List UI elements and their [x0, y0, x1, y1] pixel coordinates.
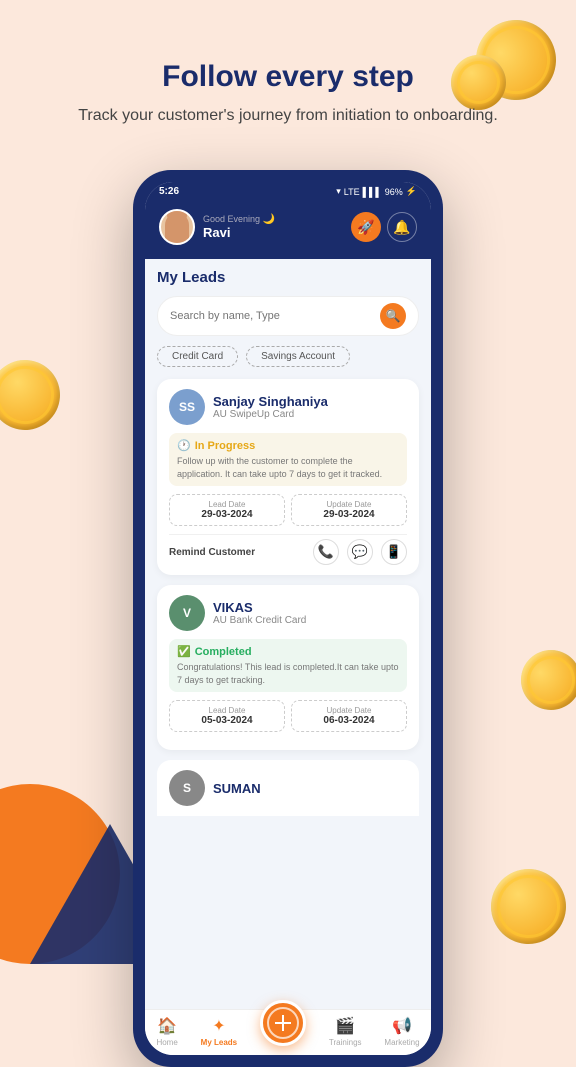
nav-my-leads[interactable]: ✦ My Leads	[201, 1016, 237, 1047]
moon-icon: 🌙	[263, 214, 275, 225]
update-date-box-sanjay: Update Date 29-03-2024	[291, 494, 407, 526]
signal-icon: ▌▌▌	[363, 187, 382, 197]
trainings-label: Trainings	[329, 1038, 362, 1047]
call-button-sanjay[interactable]: 📞	[313, 539, 339, 565]
lead-date-box-sanjay: Lead Date 29-03-2024	[169, 494, 285, 526]
search-button[interactable]: 🔍	[380, 303, 406, 329]
coin-decoration-right-mid	[516, 645, 576, 715]
my-leads-icon: ✦	[212, 1016, 225, 1036]
fab-add-button[interactable]	[260, 1000, 306, 1046]
search-input[interactable]	[170, 310, 380, 322]
battery-icon: ⚡	[406, 186, 417, 197]
lead-card-sanjay: SS Sanjay Singhaniya AU SwipeUp Card 🕐 I…	[157, 379, 419, 575]
phone-outer: 5:26 ▾ LTE ▌▌▌ 96% ⚡ Good Ev	[133, 170, 443, 1067]
status-box-vikas: ✅ Completed Congratulations! This lead i…	[169, 639, 407, 692]
date-row-sanjay: Lead Date 29-03-2024 Update Date 29-03-2…	[169, 494, 407, 526]
clock-icon: 🕐	[177, 439, 191, 452]
coin-decoration-bottom-right	[488, 866, 569, 947]
crosshair-icon	[275, 1015, 291, 1031]
lead-date-box-vikas: Lead Date 05-03-2024	[169, 700, 285, 732]
home-label: Home	[156, 1038, 177, 1047]
status-time: 5:26	[159, 186, 179, 197]
lead-name-area-suman: SUMAN	[213, 781, 261, 796]
marketing-icon: 📢	[392, 1016, 412, 1036]
marketing-label: Marketing	[384, 1038, 419, 1047]
status-desc-vikas: Congratulations! This lead is completed.…	[177, 661, 399, 686]
update-date-value-sanjay: 29-03-2024	[300, 509, 398, 520]
filter-credit-card[interactable]: Credit Card	[157, 346, 238, 367]
remind-icons-sanjay: 📞 💬 📱	[313, 539, 407, 565]
lead-name-suman: SUMAN	[213, 781, 261, 796]
chat-button-sanjay[interactable]: 💬	[347, 539, 373, 565]
phone-mockup: 5:26 ▾ LTE ▌▌▌ 96% ⚡ Good Ev	[133, 170, 443, 1067]
coin-decoration-left	[0, 352, 68, 438]
whatsapp-button-sanjay[interactable]: 📱	[381, 539, 407, 565]
lead-name-vikas: VIKAS	[213, 600, 306, 615]
user-text: Good Evening 🌙 Ravi	[203, 214, 275, 240]
filter-savings-account[interactable]: Savings Account	[246, 346, 350, 367]
status-icons: ▾ LTE ▌▌▌ 96% ⚡	[336, 186, 417, 197]
battery-level: 96%	[385, 187, 403, 197]
remind-row-sanjay: Remind Customer 📞 💬 📱	[169, 534, 407, 565]
lead-header-vikas: V VIKAS AU Bank Credit Card	[169, 595, 407, 631]
lead-date-value-vikas: 05-03-2024	[178, 715, 276, 726]
check-icon: ✅	[177, 645, 191, 658]
trainings-icon: 🎬	[335, 1016, 355, 1036]
nav-trainings[interactable]: 🎬 Trainings	[329, 1016, 362, 1047]
lead-date-value-sanjay: 29-03-2024	[178, 509, 276, 520]
lead-date-label-sanjay: Lead Date	[178, 500, 276, 509]
hero-section: Follow every step Track your customer's …	[0, 0, 576, 148]
status-label-vikas: ✅ Completed	[177, 645, 399, 658]
user-name: Ravi	[203, 225, 275, 240]
avatar	[159, 209, 195, 245]
app-header: Good Evening 🌙 Ravi 🚀 🔔	[145, 201, 431, 259]
filter-chips: Credit Card Savings Account	[157, 346, 419, 367]
lead-date-label-vikas: Lead Date	[178, 706, 276, 715]
hero-title: Follow every step	[40, 60, 536, 94]
lead-name-sanjay: Sanjay Singhaniya	[213, 394, 328, 409]
user-info: Good Evening 🌙 Ravi	[159, 209, 275, 245]
nav-marketing[interactable]: 📢 Marketing	[384, 1016, 419, 1047]
wifi-icon: ▾	[336, 186, 341, 197]
update-date-value-vikas: 06-03-2024	[300, 715, 398, 726]
content-area: My Leads 🔍 Credit Card Savings Account S…	[145, 259, 431, 1009]
home-icon: 🏠	[157, 1016, 177, 1036]
lead-header-sanjay: SS Sanjay Singhaniya AU SwipeUp Card	[169, 389, 407, 425]
header-icons: 🚀 🔔	[351, 212, 417, 242]
fab-inner	[267, 1007, 299, 1039]
update-date-label-sanjay: Update Date	[300, 500, 398, 509]
status-desc-sanjay: Follow up with the customer to complete …	[177, 455, 399, 480]
notification-button[interactable]: 🔔	[387, 212, 417, 242]
lead-card-suman-partial: S SUMAN	[157, 760, 419, 816]
my-leads-title: My Leads	[157, 269, 419, 286]
lead-avatar-ss: SS	[169, 389, 205, 425]
lead-sub-vikas: AU Bank Credit Card	[213, 615, 306, 626]
lead-avatar-v: V	[169, 595, 205, 631]
status-label-sanjay: 🕐 In Progress	[177, 439, 399, 452]
lead-avatar-s: S	[169, 770, 205, 806]
search-bar: 🔍	[157, 296, 419, 336]
update-date-box-vikas: Update Date 06-03-2024	[291, 700, 407, 732]
lead-name-area-vikas: VIKAS AU Bank Credit Card	[213, 600, 306, 626]
bottom-nav: 🏠 Home ✦ My Leads 🎬 Trainings �	[145, 1009, 431, 1055]
user-greeting: Good Evening 🌙	[203, 214, 275, 225]
lead-sub-sanjay: AU SwipeUp Card	[213, 409, 328, 420]
avatar-person	[165, 213, 189, 243]
rocket-button[interactable]: 🚀	[351, 212, 381, 242]
update-date-label-vikas: Update Date	[300, 706, 398, 715]
lead-card-vikas: V VIKAS AU Bank Credit Card ✅ Completed …	[157, 585, 419, 750]
remind-text-sanjay: Remind Customer	[169, 547, 255, 558]
nav-home[interactable]: 🏠 Home	[156, 1016, 177, 1047]
data-icon: LTE	[344, 187, 360, 197]
my-leads-label: My Leads	[201, 1038, 237, 1047]
status-box-sanjay: 🕐 In Progress Follow up with the custome…	[169, 433, 407, 486]
status-bar: 5:26 ▾ LTE ▌▌▌ 96% ⚡	[145, 182, 431, 201]
date-row-vikas: Lead Date 05-03-2024 Update Date 06-03-2…	[169, 700, 407, 732]
hero-subtitle: Track your customer's journey from initi…	[40, 104, 536, 128]
lead-name-area-sanjay: Sanjay Singhaniya AU SwipeUp Card	[213, 394, 328, 420]
phone-screen: 5:26 ▾ LTE ▌▌▌ 96% ⚡ Good Ev	[145, 182, 431, 1055]
